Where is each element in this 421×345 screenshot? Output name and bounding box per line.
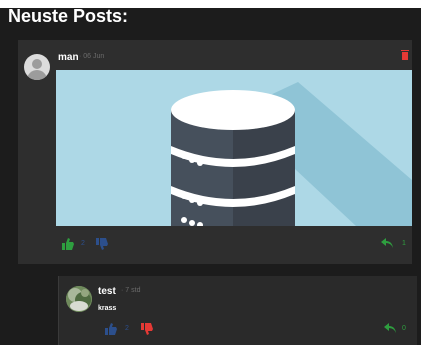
post-date: · 06 Jun bbox=[79, 53, 105, 60]
reply-icon[interactable] bbox=[381, 238, 393, 248]
comment-card: test · 7 std krass 2 0 bbox=[58, 276, 417, 345]
reply-icon[interactable] bbox=[384, 323, 396, 333]
comment-date: · 7 std bbox=[121, 287, 141, 294]
comment-date-value: 7 std bbox=[125, 287, 141, 294]
database-icon bbox=[171, 82, 412, 226]
reply-count: 1 bbox=[402, 240, 406, 247]
page-title: Neuste Posts: bbox=[8, 6, 129, 26]
comment-author[interactable]: test bbox=[98, 286, 116, 297]
avatar-body bbox=[27, 70, 47, 80]
thumbs-up-icon[interactable] bbox=[105, 323, 117, 335]
post-actions: 2 1 bbox=[18, 238, 412, 252]
avatar-head bbox=[32, 59, 42, 69]
comment-text: krass bbox=[98, 305, 117, 312]
avatar[interactable] bbox=[66, 286, 92, 312]
trash-icon[interactable] bbox=[401, 50, 409, 60]
comment-actions: 2 0 bbox=[59, 323, 417, 337]
like-count: 2 bbox=[81, 240, 85, 247]
thumbs-up-icon[interactable] bbox=[62, 238, 74, 250]
reply-count: 0 bbox=[402, 325, 406, 332]
avatar[interactable] bbox=[24, 54, 50, 80]
thumbs-down-icon[interactable] bbox=[96, 238, 108, 250]
like-count: 2 bbox=[125, 325, 129, 332]
thumbs-down-icon[interactable] bbox=[141, 323, 153, 335]
post-image bbox=[56, 70, 412, 226]
avatar-image bbox=[66, 286, 92, 312]
post-date-value: 06 Jun bbox=[83, 53, 105, 60]
post-author[interactable]: man bbox=[58, 52, 79, 63]
post-card: man · 06 Jun 2 1 bbox=[18, 40, 412, 264]
